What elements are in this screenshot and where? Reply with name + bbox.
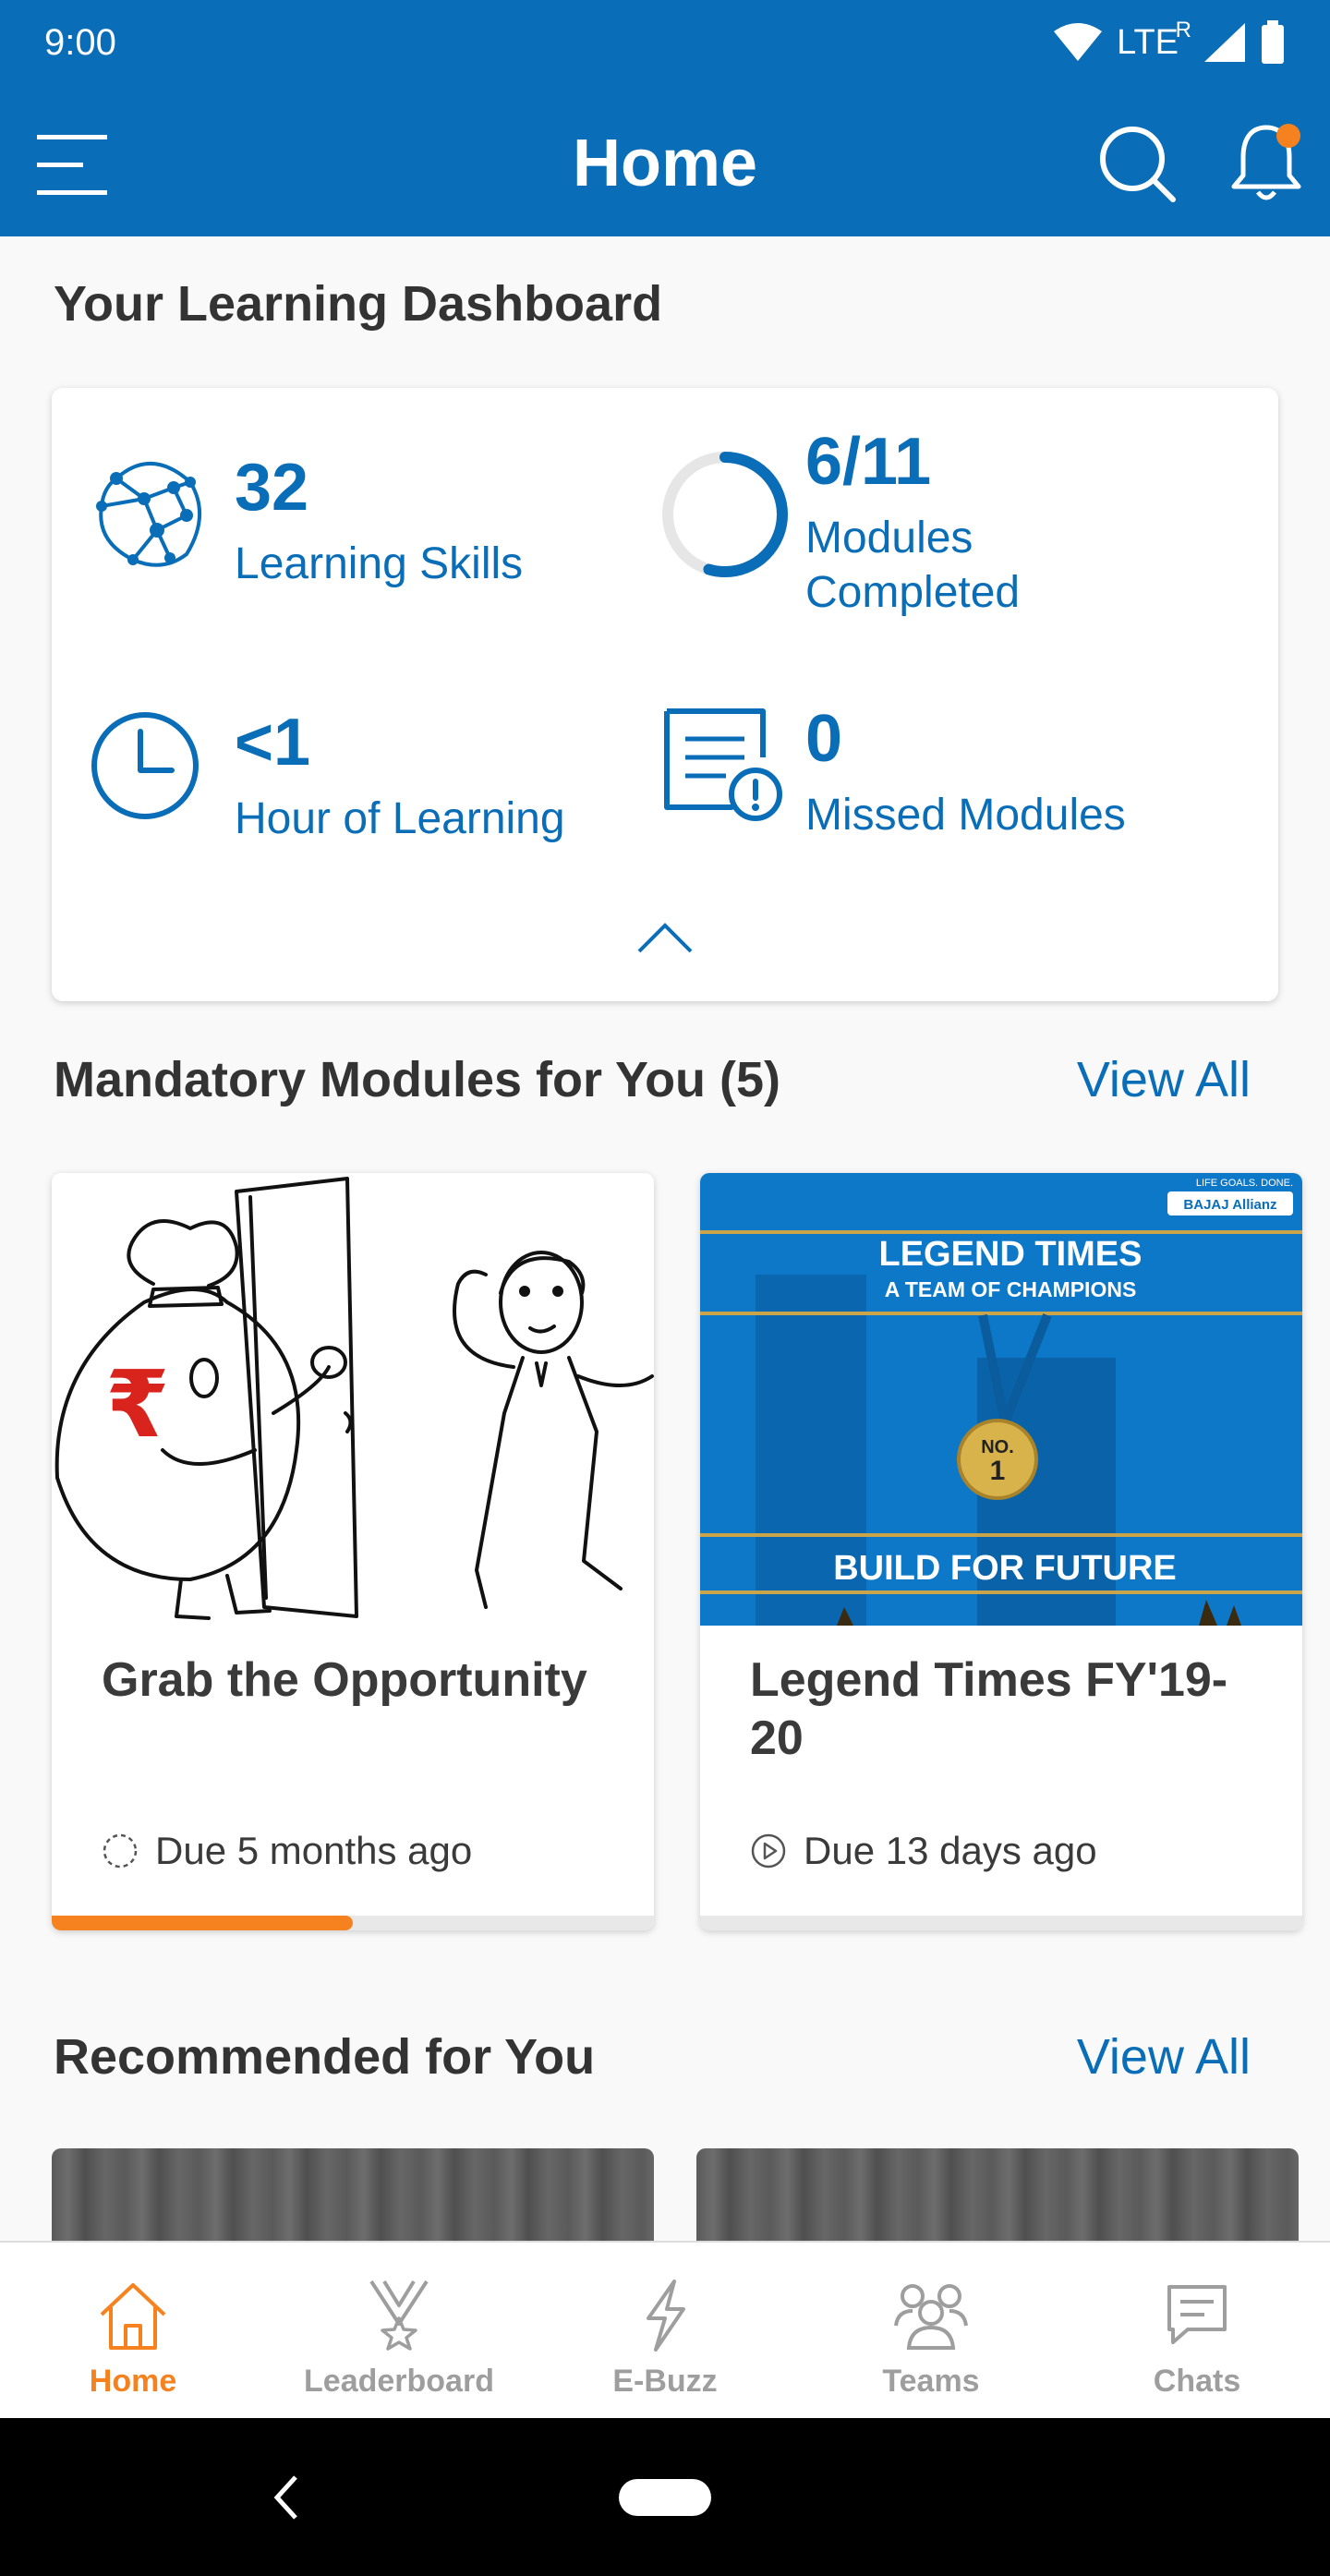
pending-circle-icon <box>103 1833 138 1869</box>
notifications-button[interactable] <box>1225 118 1308 207</box>
missed-document-icon <box>664 708 782 821</box>
module-due-text: Due 13 days ago <box>804 1829 1097 1872</box>
search-icon[interactable] <box>1095 122 1179 205</box>
dashboard-title: Your Learning Dashboard <box>54 276 663 332</box>
skills-stat: 32 Learning Skills <box>235 454 523 592</box>
recommended-view-all-link[interactable]: View All <box>1077 2028 1251 2086</box>
nav-item-leaderboard[interactable]: Leaderboard <box>266 2243 532 2418</box>
clock-icon <box>91 712 199 819</box>
nav-item-teams[interactable]: Teams <box>798 2243 1064 2418</box>
lightning-icon <box>647 2280 685 2352</box>
status-time: 9:00 <box>44 22 116 63</box>
module-due: Due 13 days ago <box>750 1829 1097 1873</box>
module-due-text: Due 5 months ago <box>155 1829 473 1872</box>
nav-label: Chats <box>1153 2364 1241 2399</box>
module-progress-bar <box>52 1916 654 1930</box>
recommended-thumbnail <box>52 2148 654 2250</box>
module-card[interactable]: BAJAJ Allianz LIFE GOALS. DONE. LEGEND T… <box>700 1173 1302 1930</box>
medal-top: NO. <box>981 1437 1014 1457</box>
bottom-navigation: Home Leaderboard E-Buzz Teams Chats <box>0 2241 1330 2418</box>
banner-headline: LEGEND TIMES <box>878 1235 1142 1274</box>
home-pill-button[interactable] <box>619 2479 711 2516</box>
play-circle-icon <box>751 1833 786 1869</box>
medal-number: 1 <box>990 1456 1006 1486</box>
nav-label: Home <box>89 2364 177 2399</box>
medal-star-icon <box>369 2280 429 2351</box>
modules-label: Modules Completed <box>805 514 1021 617</box>
nav-item-chats[interactable]: Chats <box>1064 2243 1330 2418</box>
home-icon <box>100 2283 166 2350</box>
missed-stat: 0 Missed Modules <box>805 706 1126 843</box>
collapse-chevron-icon[interactable] <box>635 920 695 957</box>
nav-item-home[interactable]: Home <box>0 2243 266 2418</box>
mandatory-view-all-link[interactable]: View All <box>1077 1051 1251 1108</box>
modules-value: 6/11 <box>805 425 932 499</box>
brain-network-icon <box>96 462 201 567</box>
signal-icon <box>1204 23 1245 62</box>
battery-icon <box>1262 20 1284 64</box>
module-thumbnail-illustration: ₹ <box>52 1173 654 1626</box>
notification-badge <box>1276 124 1300 148</box>
nav-label: E-Buzz <box>612 2364 718 2399</box>
chat-icon <box>1167 2285 1227 2344</box>
module-progress-bar <box>700 1916 1302 1930</box>
app-header: 9:00 LTE R Home <box>0 0 1330 236</box>
system-navigation-bar <box>0 2418 1330 2576</box>
module-thumbnail-banner: BAJAJ Allianz LIFE GOALS. DONE. LEGEND T… <box>700 1173 1302 1626</box>
module-card[interactable]: ₹ Grab the Opportunity Due 5 months ago <box>52 1173 654 1930</box>
banner-subheadline: A TEAM OF CHAMPIONS <box>885 1277 1137 1301</box>
mandatory-title: Mandatory Modules for You (5) <box>54 1052 781 1107</box>
banner-footer: BUILD FOR FUTURE <box>833 1549 1177 1588</box>
network-label: LTE R <box>1117 17 1191 62</box>
hours-value: <1 <box>235 706 311 780</box>
recommended-title: Recommended for You <box>54 2029 596 2085</box>
missed-value: 0 <box>805 702 843 776</box>
hours-stat: <1 Hour of Learning <box>235 709 565 847</box>
skills-label: Learning Skills <box>235 539 524 588</box>
skills-value: 32 <box>235 451 309 525</box>
progress-ring-icon <box>662 452 788 577</box>
banner-brand: BAJAJ Allianz <box>1183 1197 1276 1213</box>
nav-item-e-buzz[interactable]: E-Buzz <box>532 2243 798 2418</box>
status-icons: LTE R <box>1052 17 1286 65</box>
team-icon <box>894 2284 968 2350</box>
learning-dashboard-card: 32 Learning Skills 6/11 Modules Complete… <box>52 388 1278 1001</box>
recommended-card[interactable] <box>52 2148 654 2250</box>
banner-tagline: LIFE GOALS. DONE. <box>1196 1178 1293 1189</box>
modules-stat: 6/11 Modules Completed <box>805 429 1082 620</box>
missed-label: Missed Modules <box>805 791 1126 840</box>
module-title: Grab the Opportunity <box>102 1653 587 1707</box>
module-title: Legend Times FY'19-20 <box>750 1653 1228 1766</box>
module-due: Due 5 months ago <box>102 1829 472 1873</box>
module-progress-fill <box>52 1916 353 1930</box>
hours-label: Hour of Learning <box>235 794 565 843</box>
wifi-icon <box>1054 23 1103 61</box>
back-icon[interactable] <box>268 2470 305 2525</box>
svg-text:₹: ₹ <box>105 1350 170 1458</box>
recommended-thumbnail <box>696 2148 1299 2250</box>
nav-label: Teams <box>882 2364 980 2399</box>
recommended-card[interactable] <box>696 2148 1299 2250</box>
nav-label: Leaderboard <box>304 2364 494 2399</box>
